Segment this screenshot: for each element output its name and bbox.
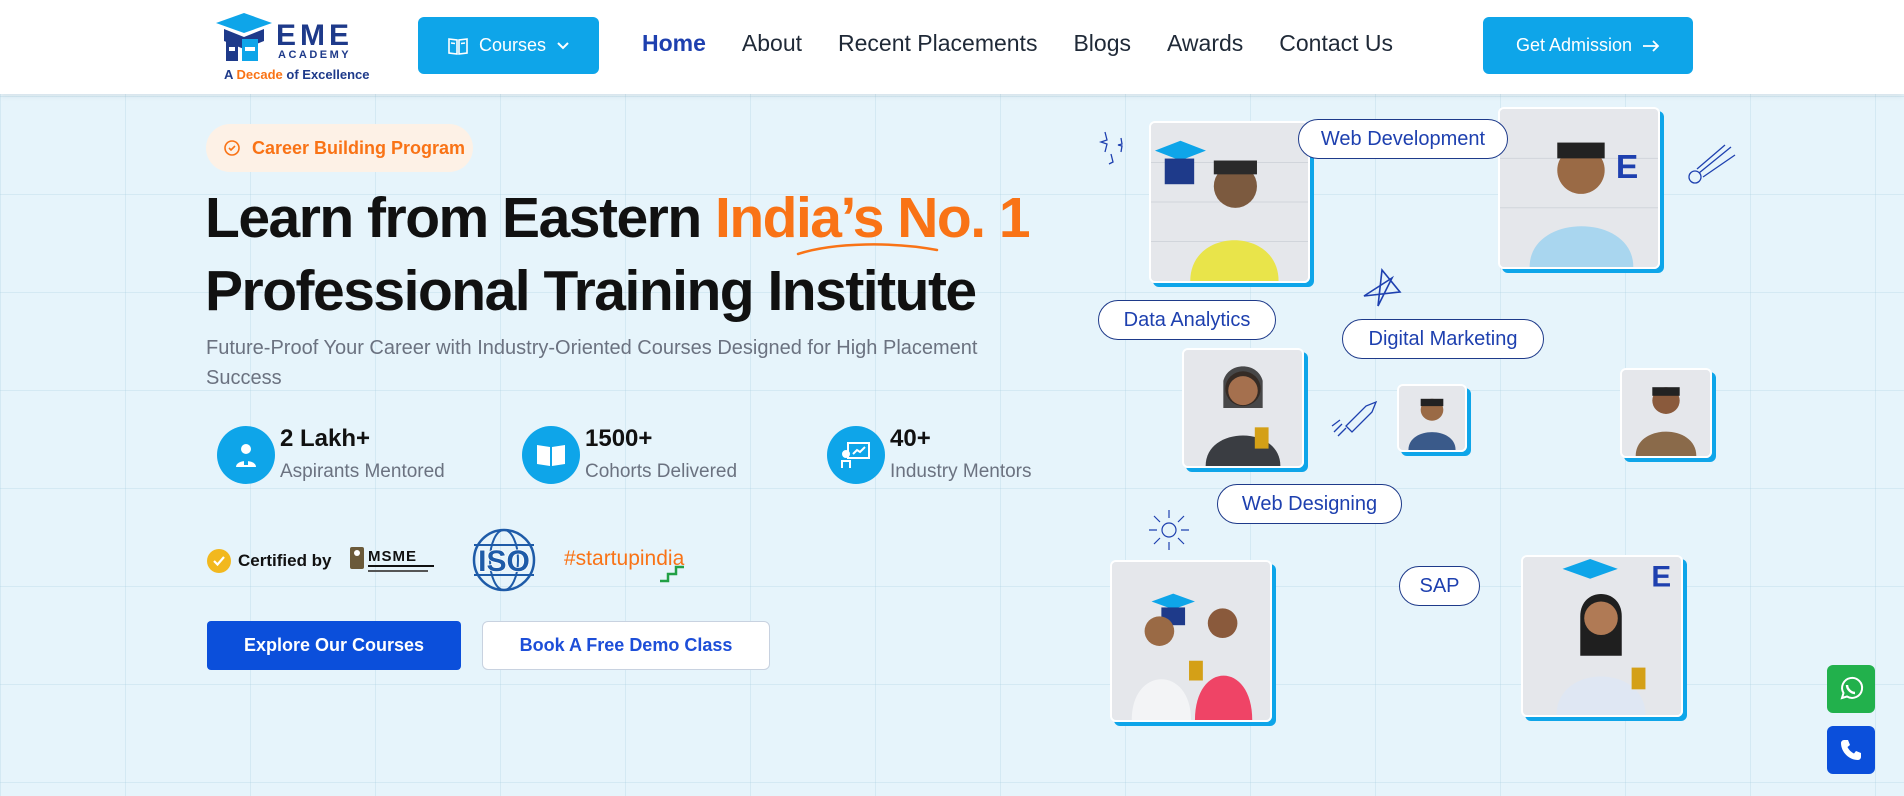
title-underline-swoosh: [796, 243, 939, 256]
nav-item-contact-us[interactable]: Contact Us: [1279, 30, 1393, 57]
nav-item-recent-placements[interactable]: Recent Placements: [838, 30, 1037, 57]
logo-sub-text: ACADEMY: [278, 49, 352, 61]
get-admission-label: Get Admission: [1515, 35, 1633, 55]
logo-brand-text: EME: [276, 19, 354, 52]
sun-doodle-icon: [1149, 510, 1189, 550]
courses-label: Courses: [478, 35, 547, 55]
rocket-doodle-icon: [1331, 400, 1378, 437]
hero-subtitle: Future-Proof Your Career with Industry-O…: [206, 337, 978, 389]
arrow-right-icon: [1643, 39, 1660, 52]
nav-item-blogs[interactable]: Blogs: [1073, 30, 1131, 57]
main-nav: Home About Recent Placements Blogs Award…: [642, 30, 1429, 57]
iso-logo: ISO: [472, 528, 536, 592]
phone-call-button[interactable]: [1827, 726, 1875, 774]
stat-value: 40+: [890, 425, 931, 452]
book-demo-button[interactable]: Book A Free Demo Class: [482, 621, 770, 670]
student-photo-5: [1620, 368, 1712, 458]
student-photo-image: [1184, 350, 1302, 466]
tag-web-development[interactable]: Web Development: [1298, 119, 1508, 159]
msme-logo: MSME: [350, 547, 434, 572]
student-photo-2: E: [1498, 107, 1660, 269]
sparkle-doodle-icon: [1098, 131, 1123, 165]
logo-tagline: A Decade of Excellence: [224, 67, 370, 82]
student-photo-3: [1182, 348, 1304, 468]
nav-item-home[interactable]: Home: [642, 30, 706, 57]
svg-text:E: E: [1651, 561, 1671, 594]
nav-item-awards[interactable]: Awards: [1167, 30, 1243, 57]
student-photo-image: [1112, 562, 1270, 720]
star-doodle-icon: [1363, 268, 1402, 307]
chevron-down-icon: [557, 41, 569, 49]
msme-logo-text: MSME: [368, 548, 417, 565]
student-photo-image: [1399, 386, 1465, 450]
hero-title-plain: Learn from Eastern: [205, 186, 715, 250]
stat-value: 1500+: [585, 425, 653, 452]
iso-logo-text: ISO: [478, 545, 530, 578]
career-building-badge: Career Building Program: [206, 124, 473, 172]
stat-label: Industry Mentors: [890, 461, 1032, 482]
svg-text:E: E: [1616, 149, 1638, 186]
certified-check-icon: [207, 549, 231, 573]
tag-sap[interactable]: SAP: [1399, 566, 1480, 606]
explore-courses-button[interactable]: Explore Our Courses: [207, 621, 461, 670]
student-photo-6: [1110, 560, 1272, 722]
site-header: EME ACADEMY A Decade of Excellence Cours…: [0, 0, 1904, 94]
tagline-suffix: of Excellence: [282, 67, 370, 82]
certifications-row: Certified by MSME ISO #startupindia: [206, 525, 726, 595]
nav-item-about[interactable]: About: [742, 30, 802, 57]
presentation-icon: [827, 426, 885, 484]
student-photo-image: E: [1500, 109, 1658, 267]
student-photo-1: [1149, 121, 1310, 283]
badge-gear-icon: [224, 140, 240, 156]
certified-by-label: Certified by: [238, 551, 332, 570]
phone-icon: [1841, 740, 1861, 760]
student-photo-7: E: [1521, 555, 1683, 717]
student-photo-image: [1622, 370, 1710, 456]
tag-web-designing[interactable]: Web Designing: [1217, 484, 1402, 524]
tagline-highlight: Decade: [236, 67, 283, 82]
student-photo-image: [1151, 123, 1308, 281]
tagline-prefix: A: [224, 67, 237, 82]
stat-label: Aspirants Mentored: [280, 461, 445, 482]
stat-label: Cohorts Delivered: [585, 461, 738, 482]
comet-doodle-icon: [1688, 144, 1736, 184]
mentor-icon: [217, 426, 275, 484]
student-photo-4: [1397, 384, 1467, 452]
get-admission-button[interactable]: Get Admission: [1483, 17, 1693, 74]
whatsapp-button[interactable]: [1827, 665, 1875, 713]
tag-digital-marketing[interactable]: Digital Marketing: [1342, 319, 1544, 359]
startupindia-step-mark: [660, 565, 684, 583]
eme-academy-logo[interactable]: EME ACADEMY A Decade of Excellence: [208, 9, 370, 84]
hero-title-line2: Professional Training Institute: [205, 259, 977, 323]
badge-label: Career Building Program: [252, 137, 466, 158]
open-book-icon: [448, 37, 468, 55]
graduation-cap-logo-icon: [216, 13, 272, 61]
stat-value: 2 Lakh+: [280, 425, 371, 452]
courses-dropdown-button[interactable]: Courses: [418, 17, 599, 74]
student-photo-image: E: [1523, 557, 1681, 715]
book-icon: [522, 426, 580, 484]
whatsapp-icon: [1840, 676, 1864, 700]
tag-data-analytics[interactable]: Data Analytics: [1098, 300, 1276, 340]
